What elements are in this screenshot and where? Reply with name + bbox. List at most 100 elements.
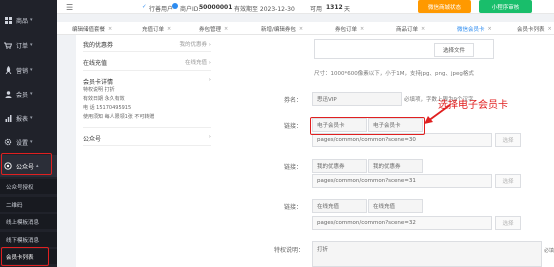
privilege-label: 特权说明：	[274, 247, 305, 254]
coupon-name-input[interactable]: 思迅VIP	[312, 92, 402, 106]
divider	[83, 145, 211, 146]
grid-icon	[4, 16, 12, 24]
chart-icon	[4, 114, 12, 122]
sidebar-item-label: 设置	[16, 139, 29, 147]
merchant-id: 50000001	[199, 4, 233, 11]
link-text-input[interactable]: 在线充值	[368, 199, 423, 213]
chevron-right-icon: ›	[208, 42, 211, 48]
close-icon[interactable]: ×	[360, 26, 364, 32]
preview-row-member-detail[interactable]: 会员卡详情 ›	[83, 77, 211, 86]
tab-label: 商品订单	[396, 26, 419, 33]
row-label: 我的优惠券	[83, 42, 114, 49]
sidebar-item-goods[interactable]: 商品 ▾	[0, 9, 57, 31]
sidebar-item-orders[interactable]: 订单 ▾	[0, 34, 57, 56]
row-label: 会员卡详情	[83, 79, 114, 86]
submenu-online-template-msg[interactable]: 线上模板消息	[0, 214, 57, 229]
tab-bar: 编辑储值套餐 × 充值订单 × 券包管理 × 新增/编辑券包 × 券包订单 × 商品订单 ×…	[57, 22, 554, 36]
chevron-down-icon: ▾	[30, 91, 33, 97]
link-url-input[interactable]: pages/common/common?scene=32	[312, 216, 492, 230]
preview-row-official-account[interactable]: 公众号 ›	[83, 134, 211, 143]
tab-label: 新增/编辑券包	[261, 26, 296, 33]
sidebar-item-label: 营销	[16, 67, 29, 75]
tab-add-edit-coupon-package[interactable]: 新增/编辑券包 ×	[261, 22, 303, 35]
tab-wechat-member-card[interactable]: 微信会员卡 ×	[457, 22, 492, 36]
preview-row-online-recharge[interactable]: 在线充值 在线充值 ›	[83, 58, 211, 67]
image-size-hint: 尺寸：1000*600像素以下，小于1M，支持jpg、png、jpeg格式	[314, 71, 474, 77]
link-url-input[interactable]: pages/common/common?scene=30	[312, 133, 492, 147]
user-icon: ✓	[142, 4, 147, 10]
close-icon[interactable]: ×	[108, 26, 112, 32]
highlight-box-link	[310, 117, 425, 135]
detail-usage-notes: 使用须知 每人限领1张 不可转赠	[83, 114, 155, 120]
highlight-box-official-account	[1, 153, 52, 175]
sidebar: 商品 ▾ 订单 ▾ 营销 ▾ 会员 ▾ 报表 ▾ 设置 ▾ 公众号 ▴ 公众号授…	[0, 0, 57, 267]
row-value: 我的优惠券	[179, 42, 208, 48]
divider	[83, 51, 211, 52]
hamburger-menu-icon[interactable]: ☰	[66, 3, 73, 12]
link-name-input[interactable]: 我的优惠券	[312, 159, 367, 173]
tab-recharge-orders[interactable]: 充值订单 ×	[142, 22, 171, 35]
submenu-offline-template-msg[interactable]: 线下模板消息	[0, 232, 57, 247]
sidebar-item-members[interactable]: 会员 ▾	[0, 83, 57, 105]
detail-valid-date: 有效日期 永久有效	[83, 96, 125, 102]
link-label: 链接：	[284, 123, 303, 130]
sidebar-item-label: 会员	[16, 91, 29, 99]
link-url-input[interactable]: pages/common/common?scene=31	[312, 174, 492, 188]
tab-label: 编辑储值套餐	[72, 26, 106, 33]
divider	[83, 70, 211, 71]
detail-privilege: 特权说明 打折	[83, 87, 115, 93]
member-card-preview: 我的优惠券 我的优惠券 › 在线充值 在线充值 › 会员卡详情 › 特权说明 打…	[76, 35, 218, 267]
close-icon[interactable]: ×	[167, 26, 171, 32]
tab-label: 充值订单	[142, 26, 165, 33]
chevron-down-icon: ▾	[30, 115, 33, 121]
detail-phone: 电 话 15170495915	[83, 105, 132, 111]
merchant-icon	[172, 3, 178, 9]
close-icon[interactable]: ×	[488, 26, 492, 32]
usable-days: 1312	[326, 4, 343, 11]
chevron-right-icon: ›	[208, 77, 211, 83]
sidebar-item-label: 商品	[16, 17, 29, 25]
mini-program-review-button[interactable]: 小程序审核	[479, 0, 532, 13]
choose-link-button[interactable]: 选择	[495, 174, 521, 188]
privilege-textarea[interactable]: 打折	[312, 241, 542, 267]
close-icon[interactable]: ×	[548, 26, 552, 32]
select-file-button[interactable]: 选择文件	[434, 43, 474, 57]
cart-icon	[4, 41, 12, 49]
rocket-icon	[4, 66, 12, 74]
link-text-input[interactable]: 我的优惠券	[368, 159, 423, 173]
submenu-official-account-auth[interactable]: 公众号授权	[0, 179, 57, 194]
user-icon	[4, 90, 12, 98]
preview-row-my-coupon[interactable]: 我的优惠券 我的优惠券 ›	[83, 40, 211, 49]
tab-label: 券包管理	[199, 26, 222, 33]
tab-label: 微信会员卡	[457, 26, 485, 33]
link-label: 链接：	[284, 164, 303, 171]
annotation-text: 选择电子会员卡	[438, 100, 508, 111]
chevron-down-icon: ▾	[30, 67, 33, 73]
privilege-required-hint: 必填	[544, 248, 554, 254]
sidebar-item-reports[interactable]: 报表 ▾	[0, 107, 57, 129]
divider	[83, 127, 211, 128]
tab-member-card-list[interactable]: 会员卡列表 ×	[517, 22, 552, 35]
tab-coupon-package-manage[interactable]: 券包管理 ×	[199, 22, 228, 35]
tab-goods-orders[interactable]: 商品订单 ×	[396, 22, 425, 35]
row-label: 在线充值	[83, 60, 108, 67]
highlight-box-member-card-list	[1, 247, 49, 266]
tab-coupon-package-orders[interactable]: 券包订单 ×	[335, 22, 364, 35]
submenu-qrcode[interactable]: 二维码	[0, 197, 57, 212]
close-icon[interactable]: ×	[421, 26, 425, 32]
usable-unit: 天	[344, 6, 351, 13]
close-icon[interactable]: ×	[224, 26, 228, 32]
chevron-down-icon: ▾	[30, 42, 33, 48]
sidebar-item-settings[interactable]: 设置 ▾	[0, 131, 57, 153]
store-status-button[interactable]: 微信商城状态	[418, 0, 471, 13]
link-name-input[interactable]: 在线充值	[312, 199, 367, 213]
tab-edit-recharge-package[interactable]: 编辑储值套餐 ×	[72, 22, 112, 35]
sidebar-item-label: 订单	[16, 42, 29, 50]
close-icon[interactable]: ×	[299, 26, 303, 32]
usable-label: 可用	[310, 6, 323, 13]
choose-link-button[interactable]: 选择	[495, 133, 521, 147]
coupon-name-label: 券名：	[284, 97, 303, 104]
choose-link-button[interactable]: 选择	[495, 216, 521, 230]
sidebar-item-marketing[interactable]: 营销 ▾	[0, 59, 57, 81]
store-name: 行善用户	[149, 6, 174, 13]
